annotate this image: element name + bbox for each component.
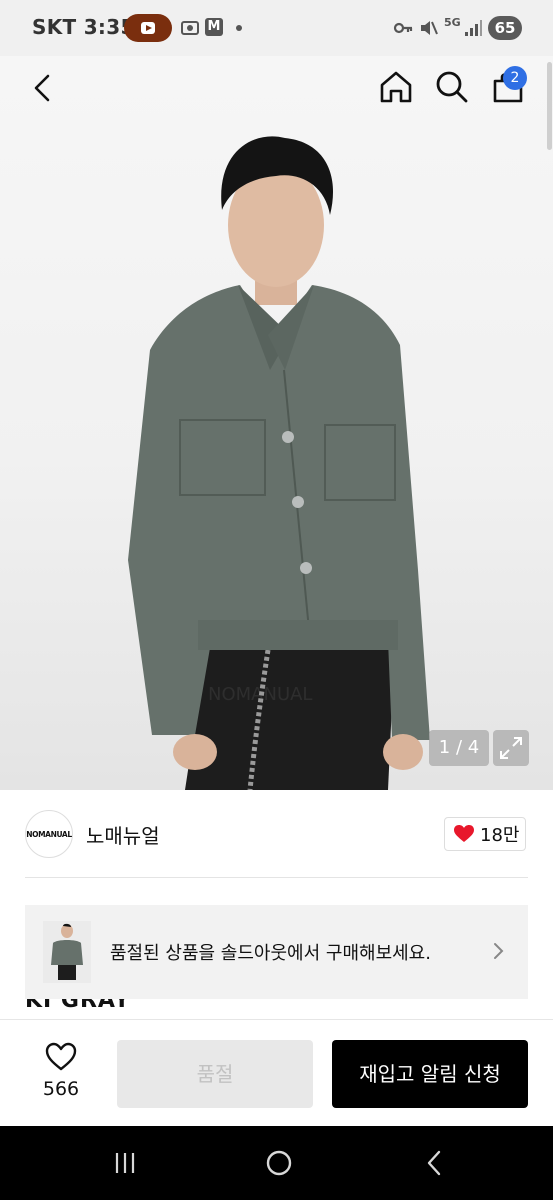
back-chevron-icon[interactable]: [26, 70, 62, 106]
product-image[interactable]: NOMANUAL: [0, 56, 553, 790]
youtube-icon: [124, 14, 172, 42]
image-counter: 1 / 4: [429, 730, 489, 766]
recent-apps-icon[interactable]: [108, 1146, 142, 1180]
screenshot-icon: [181, 21, 199, 35]
key-icon: [393, 22, 413, 34]
mail-badge-icon: M: [205, 18, 223, 36]
battery-level: 65: [488, 16, 522, 40]
banner-thumbnail: [43, 921, 91, 983]
brand-name[interactable]: 노매뉴얼: [86, 820, 160, 849]
soldout-button[interactable]: 품절: [117, 1040, 313, 1108]
home-icon[interactable]: [377, 68, 415, 106]
mute-icon: [421, 21, 438, 35]
thumbnail-model-image: [51, 923, 83, 980]
home-circle-icon[interactable]: [262, 1146, 296, 1180]
status-time: SKT 3:35: [32, 15, 135, 39]
divider: [25, 877, 528, 878]
cart-count-badge: 2: [503, 66, 527, 90]
heart-filled-icon: [454, 825, 474, 842]
brand-like-count: 18만: [480, 825, 520, 846]
expand-button[interactable]: [493, 730, 529, 766]
signal-icon: [465, 20, 482, 36]
wishlist-count: 566: [42, 1078, 80, 1100]
chevron-right-icon: [494, 943, 504, 959]
notification-dot-icon: [236, 25, 242, 31]
network-label: 5G: [444, 16, 461, 29]
search-icon[interactable]: [433, 68, 471, 106]
expand-icon: [500, 737, 522, 759]
wishlist-heart-icon[interactable]: [45, 1042, 77, 1072]
restock-alert-button[interactable]: 재입고 알림 신청: [332, 1040, 528, 1108]
brand-logo[interactable]: NOMANUAL: [25, 810, 73, 858]
model-jacket-illustration: NOMANUAL: [128, 136, 430, 790]
scrollbar[interactable]: [547, 62, 552, 150]
back-icon[interactable]: [418, 1146, 452, 1180]
soldout-banner-text: 품절된 상품을 솔드아웃에서 구매해보세요.: [110, 943, 431, 964]
